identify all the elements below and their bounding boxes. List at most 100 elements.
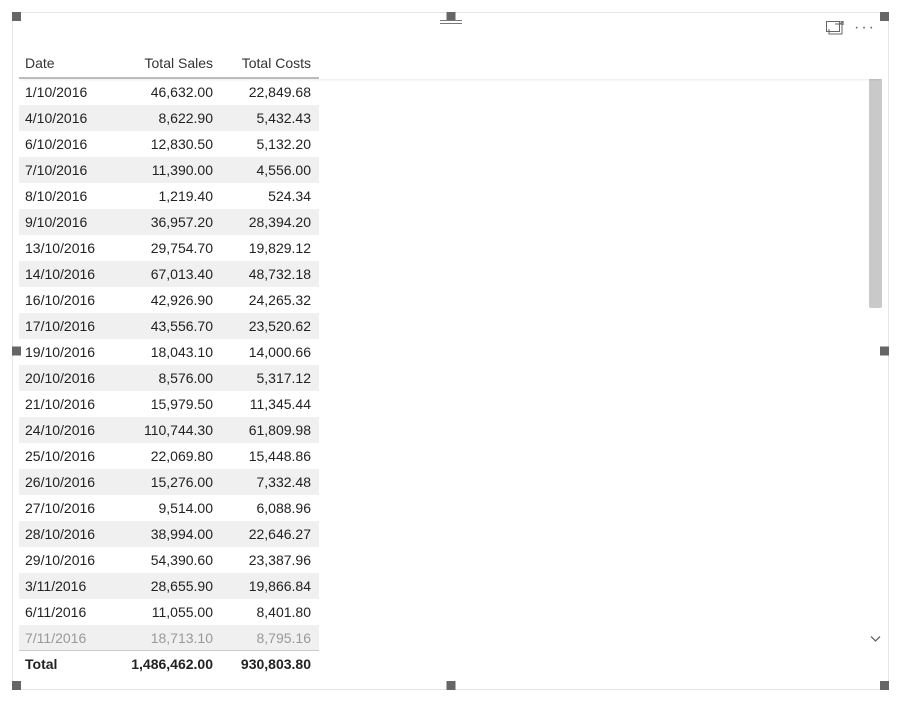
cell-date: 27/10/2016	[19, 495, 113, 521]
totals-row-table: Total 1,486,462.00 930,803.80	[19, 650, 319, 677]
table-row[interactable]: 24/10/2016110,744.3061,809.98	[19, 417, 319, 443]
cell-total-costs: 8,401.80	[221, 599, 319, 625]
cell-date: 19/10/2016	[19, 339, 113, 365]
column-header-total-sales[interactable]: Total Sales	[113, 49, 221, 78]
cell-date: 17/10/2016	[19, 313, 113, 339]
cell-total-costs: 23,387.96	[221, 547, 319, 573]
more-options-icon[interactable]: ···	[852, 20, 878, 36]
cell-total-sales: 29,754.70	[113, 235, 221, 261]
cell-total-sales: 12,830.50	[113, 131, 221, 157]
visual-header: ···	[824, 19, 878, 37]
table-visual[interactable]: ··· Date Total Sales Total Costs 1/10/20…	[12, 12, 889, 690]
cell-date: 29/10/2016	[19, 547, 113, 573]
cell-total-costs: 14,000.66	[221, 339, 319, 365]
focus-mode-icon[interactable]	[824, 19, 846, 37]
column-header-row: Date Total Sales Total Costs	[19, 49, 319, 78]
cell-date: 21/10/2016	[19, 391, 113, 417]
cell-date: 9/10/2016	[19, 209, 113, 235]
cell-date: 13/10/2016	[19, 235, 113, 261]
cell-date: 8/10/2016	[19, 183, 113, 209]
cell-total-costs: 22,646.27	[221, 521, 319, 547]
cell-total-costs: 4,556.00	[221, 157, 319, 183]
cell-total-sales: 9,514.00	[113, 495, 221, 521]
table-row[interactable]: 13/10/201629,754.7019,829.12	[19, 235, 319, 261]
cell-total-sales: 67,013.40	[113, 261, 221, 287]
scrollbar-thumb[interactable]	[869, 73, 882, 308]
cell-total-sales: 38,994.00	[113, 521, 221, 547]
cell-date: 6/11/2016	[19, 599, 113, 625]
table-body-scroll[interactable]: 1/10/201646,632.0022,849.684/10/20168,62…	[19, 79, 882, 650]
cell-date: 26/10/2016	[19, 469, 113, 495]
cell-total-costs: 19,866.84	[221, 573, 319, 599]
cell-total-sales: 11,055.00	[113, 599, 221, 625]
table-row[interactable]: 19/10/201618,043.1014,000.66	[19, 339, 319, 365]
column-header-total-costs[interactable]: Total Costs	[221, 49, 319, 78]
table-row[interactable]: 25/10/201622,069.8015,448.86	[19, 443, 319, 469]
vertical-scrollbar[interactable]	[867, 57, 884, 649]
scrollbar-track[interactable]	[867, 73, 884, 633]
cell-total-sales: 8,576.00	[113, 365, 221, 391]
cell-date: 20/10/2016	[19, 365, 113, 391]
cell-total-sales: 28,655.90	[113, 573, 221, 599]
cell-total-costs: 22,849.68	[221, 79, 319, 105]
cell-date: 25/10/2016	[19, 443, 113, 469]
cell-date: 16/10/2016	[19, 287, 113, 313]
cell-total-sales: 42,926.90	[113, 287, 221, 313]
cell-total-sales: 46,632.00	[113, 79, 221, 105]
cell-date: 3/11/2016	[19, 573, 113, 599]
cell-total-costs: 8,795.16	[221, 625, 319, 650]
cell-total-sales: 36,957.20	[113, 209, 221, 235]
totals-label: Total	[19, 651, 113, 678]
cell-total-sales: 8,622.90	[113, 105, 221, 131]
cell-total-costs: 15,448.86	[221, 443, 319, 469]
table-row[interactable]: 1/10/201646,632.0022,849.68	[19, 79, 319, 105]
cell-date: 7/11/2016	[19, 625, 113, 650]
table-row[interactable]: 14/10/201667,013.4048,732.18	[19, 261, 319, 287]
cell-total-costs: 61,809.98	[221, 417, 319, 443]
cell-total-costs: 5,132.20	[221, 131, 319, 157]
table-row[interactable]: 20/10/20168,576.005,317.12	[19, 365, 319, 391]
table-row[interactable]: 27/10/20169,514.006,088.96	[19, 495, 319, 521]
table-row[interactable]: 16/10/201642,926.9024,265.32	[19, 287, 319, 313]
table-row[interactable]: 6/10/201612,830.505,132.20	[19, 131, 319, 157]
resize-handle-top-left[interactable]	[12, 12, 21, 21]
cell-total-sales: 1,219.40	[113, 183, 221, 209]
totals-row: Total 1,486,462.00 930,803.80	[19, 651, 319, 678]
table-row[interactable]: 29/10/201654,390.6023,387.96	[19, 547, 319, 573]
cell-date: 6/10/2016	[19, 131, 113, 157]
scroll-down-icon[interactable]	[870, 633, 881, 649]
cell-total-costs: 6,088.96	[221, 495, 319, 521]
cell-total-sales: 110,744.30	[113, 417, 221, 443]
table-row[interactable]: 6/11/201611,055.008,401.80	[19, 599, 319, 625]
table-row[interactable]: 9/10/201636,957.2028,394.20	[19, 209, 319, 235]
cell-total-costs: 23,520.62	[221, 313, 319, 339]
cell-date: 28/10/2016	[19, 521, 113, 547]
table-row[interactable]: 17/10/201643,556.7023,520.62	[19, 313, 319, 339]
totals-sales: 1,486,462.00	[113, 651, 221, 678]
drag-handle-icon[interactable]	[440, 17, 462, 27]
totals-costs: 930,803.80	[221, 651, 319, 678]
cell-total-sales: 11,390.00	[113, 157, 221, 183]
table-row[interactable]: 7/10/201611,390.004,556.00	[19, 157, 319, 183]
resize-handle-top-right[interactable]	[880, 12, 889, 21]
table-area: Date Total Sales Total Costs 1/10/201646…	[19, 49, 882, 683]
cell-date: 1/10/2016	[19, 79, 113, 105]
cell-total-sales: 54,390.60	[113, 547, 221, 573]
table-row[interactable]: 28/10/201638,994.0022,646.27	[19, 521, 319, 547]
column-header-date[interactable]: Date	[19, 49, 113, 78]
cell-total-sales: 43,556.70	[113, 313, 221, 339]
table-row[interactable]: 8/10/20161,219.40524.34	[19, 183, 319, 209]
cell-total-sales: 15,276.00	[113, 469, 221, 495]
cell-total-costs: 28,394.20	[221, 209, 319, 235]
table-row[interactable]: 21/10/201615,979.5011,345.44	[19, 391, 319, 417]
table-row[interactable]: 4/10/20168,622.905,432.43	[19, 105, 319, 131]
cell-total-sales: 15,979.50	[113, 391, 221, 417]
cell-total-costs: 524.34	[221, 183, 319, 209]
cell-total-costs: 19,829.12	[221, 235, 319, 261]
cell-total-costs: 11,345.44	[221, 391, 319, 417]
table-row[interactable]: 26/10/201615,276.007,332.48	[19, 469, 319, 495]
table-row[interactable]: 3/11/201628,655.9019,866.84	[19, 573, 319, 599]
cell-total-sales: 22,069.80	[113, 443, 221, 469]
table-row[interactable]: 7/11/201618,713.108,795.16	[19, 625, 319, 650]
table-header: Date Total Sales Total Costs	[19, 49, 319, 79]
